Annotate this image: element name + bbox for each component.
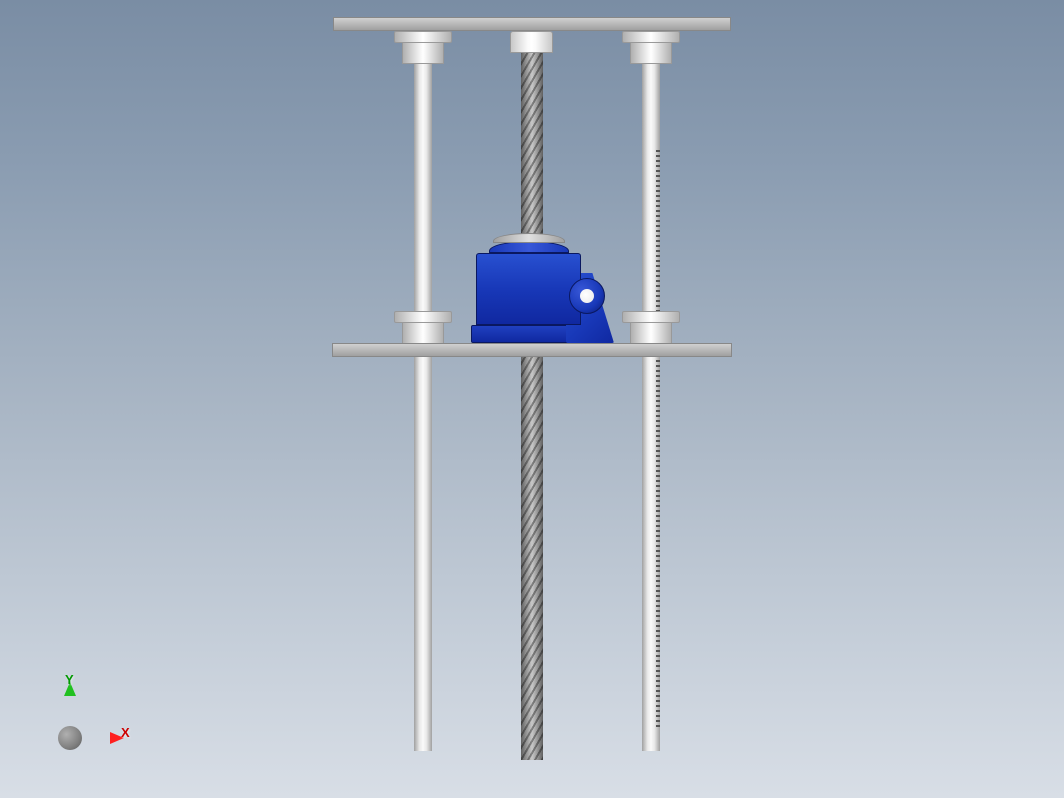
bushing-mid-left[interactable] xyxy=(394,311,452,344)
bushing-body xyxy=(630,323,673,344)
bushing-mid-right[interactable] xyxy=(622,311,680,344)
triad-y-label: Y xyxy=(65,672,74,687)
gearbox-input-bore xyxy=(580,289,594,303)
bushing-top-right[interactable] xyxy=(622,31,680,64)
bushing-flange xyxy=(394,311,452,323)
bushing-flange xyxy=(622,31,680,43)
bushing-body xyxy=(630,43,673,64)
guide-rod-left[interactable] xyxy=(414,31,432,751)
triad-x-label: X xyxy=(121,725,130,740)
triad-axes-icon xyxy=(46,678,136,768)
bushing-top-left[interactable] xyxy=(394,31,452,64)
screw-top-cap[interactable] xyxy=(510,31,553,53)
gearbox-body xyxy=(476,253,581,325)
bushing-flange xyxy=(394,31,452,43)
cad-viewport[interactable]: X Y xyxy=(0,0,1064,798)
bushing-body xyxy=(402,323,445,344)
mid-plate[interactable] xyxy=(332,343,732,357)
gearbox-top-cap xyxy=(493,233,565,243)
bushing-body xyxy=(402,43,445,64)
rack-teeth xyxy=(656,150,660,730)
view-triad[interactable]: X Y xyxy=(46,678,136,768)
top-plate[interactable] xyxy=(333,17,731,31)
worm-gearbox[interactable] xyxy=(471,233,613,343)
triad-origin-sphere xyxy=(58,726,82,750)
bushing-flange xyxy=(622,311,680,323)
lead-screw-threads xyxy=(521,50,543,760)
